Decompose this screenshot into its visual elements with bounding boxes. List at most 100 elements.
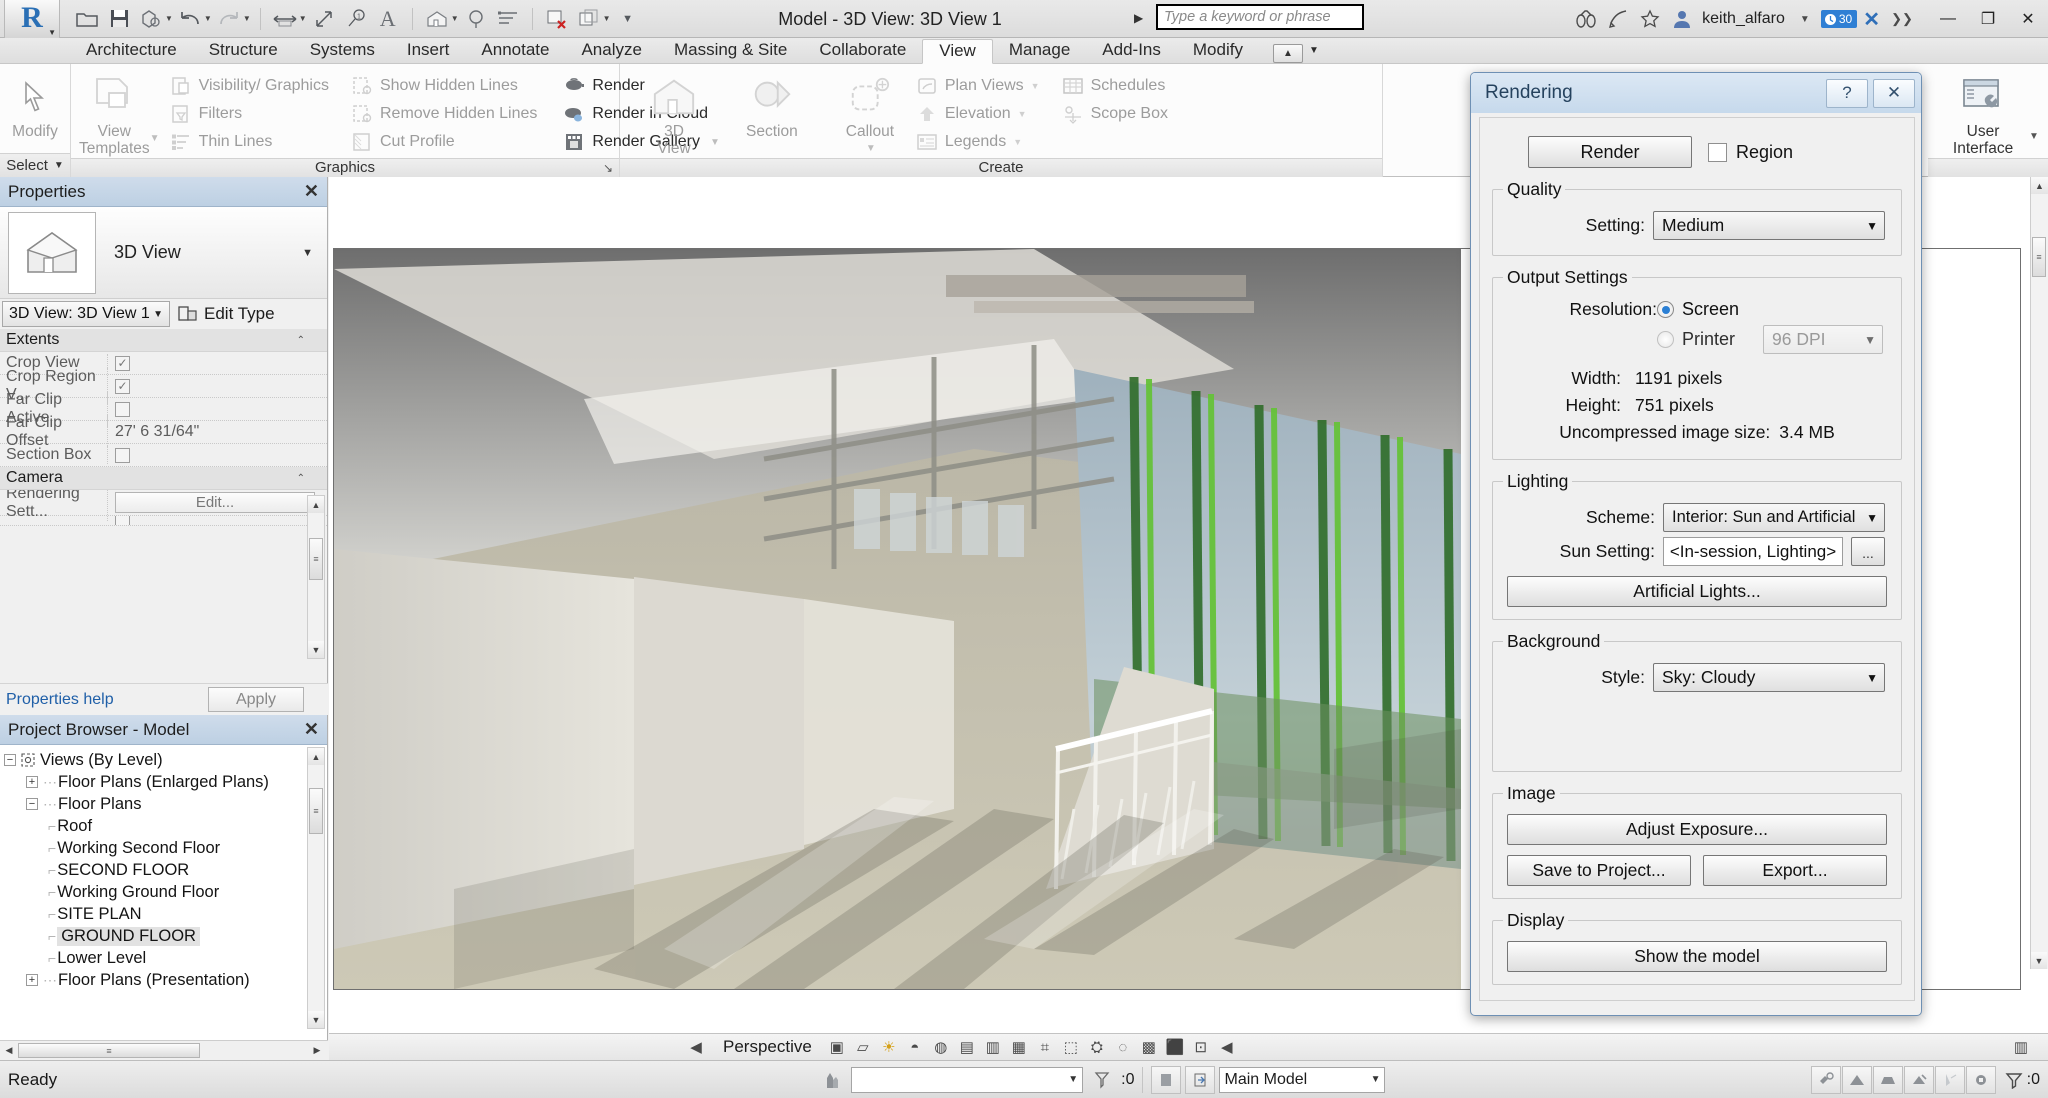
browser-vertical-scrollbar[interactable]: ▲ ≡ ▼	[307, 747, 325, 1029]
show-crop-region-icon[interactable]: ⬚	[1058, 1035, 1084, 1059]
tab-annotate[interactable]: Annotate	[465, 38, 565, 63]
render-in-cloud-bar-icon[interactable]: ▥	[980, 1035, 1006, 1059]
collapse-expander-icon[interactable]: −	[4, 754, 16, 766]
chevron-down-icon[interactable]: ▼	[54, 160, 64, 171]
view-templates-button[interactable]: View Templates	[79, 68, 150, 158]
callout-button[interactable]: Callout	[824, 68, 916, 140]
avatar[interactable]	[1666, 4, 1698, 34]
tab-massing-and-site[interactable]: Massing & Site	[658, 38, 803, 63]
quick-access-customize-icon[interactable]: ▼	[613, 4, 643, 34]
infocenter-expand-icon[interactable]: ▶	[1134, 11, 1143, 25]
tag-icon[interactable]: 1	[341, 4, 371, 34]
temporary-view-properties-icon[interactable]: ⬛	[1162, 1035, 1188, 1059]
tree-node-floor-plans-enlarged[interactable]: + ⋯ Floor Plans (Enlarged Plans)	[0, 771, 310, 793]
open-icon[interactable]	[72, 4, 102, 34]
show-hidden-lines-button[interactable]: Show Hidden Lines	[345, 72, 543, 99]
checkbox-unchecked-icon[interactable]	[115, 516, 130, 526]
tree-node-floor-plans-presentation[interactable]: + ⋯ Floor Plans (Presentation)	[0, 969, 310, 991]
property-value[interactable]	[108, 402, 327, 417]
collapse-icon[interactable]: ⌃	[297, 473, 305, 484]
save-icon[interactable]	[104, 4, 134, 34]
resolution-screen-radio[interactable]	[1657, 301, 1674, 318]
scroll-right-button[interactable]: ▶	[308, 1042, 326, 1060]
close-icon[interactable]: ✕	[304, 719, 319, 740]
reveal-hidden-elements-icon[interactable]: ▩	[1136, 1035, 1162, 1059]
edit-type-button[interactable]: Edit Type	[178, 304, 275, 324]
scrollbar-thumb[interactable]: ≡	[309, 538, 323, 580]
chevron-down-icon[interactable]: ▼	[451, 14, 459, 23]
chevron-down-icon[interactable]: ▼	[302, 247, 313, 259]
select-links-button[interactable]	[1842, 1066, 1872, 1094]
active-workset-combo[interactable]: Main Model ▼	[1219, 1067, 1385, 1093]
editing-requests-button[interactable]	[1185, 1066, 1215, 1094]
shadows-icon[interactable]: ◓	[902, 1035, 928, 1059]
unlock-3d-view-icon[interactable]: ⛭	[1084, 1035, 1110, 1059]
properties-vertical-scrollbar[interactable]: ▲ ≡ ▼	[307, 495, 325, 659]
checkbox-checked-icon[interactable]: ✓	[115, 356, 130, 371]
close-button[interactable]: ✕	[2008, 2, 2048, 36]
tab-add-ins[interactable]: Add-Ins	[1086, 38, 1177, 63]
dpi-combo[interactable]: 96 DPI ▼	[1763, 325, 1883, 354]
chevron-down-icon[interactable]: ▼	[165, 14, 173, 23]
default-3d-view-icon[interactable]	[422, 4, 452, 34]
properties-group-camera[interactable]: Camera ⌃	[0, 467, 327, 490]
drag-elements-button[interactable]	[1966, 1066, 1996, 1094]
property-value[interactable]	[108, 516, 327, 526]
select-pinned-button[interactable]	[1904, 1066, 1934, 1094]
legends-button[interactable]: Legends ▼	[910, 128, 1046, 155]
tree-node-roof[interactable]: ⌐ Roof	[0, 815, 310, 837]
scroll-up-button[interactable]: ▲	[308, 748, 324, 765]
property-value[interactable]: ✓	[108, 356, 327, 371]
tab-systems[interactable]: Systems	[294, 38, 391, 63]
expand-infocenter-icon[interactable]: ❯❯	[1886, 4, 1918, 34]
plan-views-button[interactable]: Plan Views ▼	[910, 72, 1046, 99]
scope-box-button[interactable]: Scope Box	[1056, 100, 1174, 127]
measure-icon[interactable]	[270, 4, 300, 34]
tab-view[interactable]: View	[922, 39, 993, 64]
sun-setting-browse-button[interactable]: ...	[1851, 537, 1885, 566]
properties-help-link[interactable]: Properties help	[0, 691, 114, 709]
property-value[interactable]	[108, 448, 327, 463]
scroll-left-button[interactable]: ◀	[0, 1042, 18, 1060]
chevron-down-icon[interactable]: ▼	[866, 143, 876, 154]
crop-view-icon[interactable]: ⌗	[1032, 1035, 1058, 1059]
filters-button[interactable]: Filters	[164, 100, 335, 127]
tree-node-floor-plans[interactable]: − ⋯ Floor Plans	[0, 793, 310, 815]
search-icon[interactable]	[1570, 4, 1602, 34]
redo-icon[interactable]	[214, 4, 244, 34]
section-icon[interactable]	[461, 4, 491, 34]
chevron-down-icon[interactable]: ▼	[1031, 81, 1040, 91]
ribbon-display-options-button[interactable]: ▲	[1273, 44, 1303, 63]
property-value[interactable]: ✓	[108, 379, 327, 394]
select-by-face-button[interactable]	[1935, 1066, 1965, 1094]
chevron-down-icon[interactable]: ▼	[243, 14, 251, 23]
chevron-down-icon[interactable]: ▼	[204, 14, 212, 23]
artificial-lights-button[interactable]: Artificial Lights...	[1507, 576, 1887, 607]
close-icon[interactable]: ✕	[1873, 79, 1915, 108]
chevron-down-icon[interactable]: ▼	[603, 14, 611, 23]
elevation-button[interactable]: Elevation ▼	[910, 100, 1046, 127]
lighting-scheme-combo[interactable]: Interior: Sun and Artificial ▼	[1663, 503, 1885, 532]
chevron-down-icon[interactable]: ▼	[1303, 38, 1325, 63]
tree-node-working-ground-floor[interactable]: ⌐ Working Ground Floor	[0, 881, 310, 903]
checkbox-unchecked-icon[interactable]	[115, 402, 130, 417]
visual-style-icon[interactable]: ▱	[850, 1035, 876, 1059]
background-style-combo[interactable]: Sky: Cloudy ▼	[1653, 663, 1885, 692]
checkbox-checked-icon[interactable]: ✓	[115, 379, 130, 394]
scrollbar-thumb[interactable]: ≡	[309, 788, 323, 834]
expand-expander-icon[interactable]: +	[26, 776, 38, 788]
press-drag-icon[interactable]	[817, 1065, 847, 1095]
worksets-button[interactable]	[1151, 1066, 1181, 1094]
show-the-model-button[interactable]: Show the model	[1507, 941, 1887, 972]
property-value[interactable]: 27' 6 31/64"	[108, 423, 327, 441]
render-gallery-bar-icon[interactable]: ▦	[1006, 1035, 1032, 1059]
tree-node-second-floor[interactable]: ⌐ SECOND FLOOR	[0, 859, 310, 881]
design-options-button[interactable]	[1811, 1066, 1841, 1094]
render-region-icon[interactable]: ▤	[954, 1035, 980, 1059]
scrollbar-thumb[interactable]: ≡	[2032, 237, 2046, 277]
chevron-down-icon[interactable]: ▼	[150, 133, 160, 144]
chevron-down-icon[interactable]: ▼	[1789, 4, 1821, 34]
render-button[interactable]: Render	[1528, 136, 1692, 168]
save-as-icon[interactable]	[136, 4, 166, 34]
thin-lines-button[interactable]: Thin Lines	[164, 128, 335, 155]
